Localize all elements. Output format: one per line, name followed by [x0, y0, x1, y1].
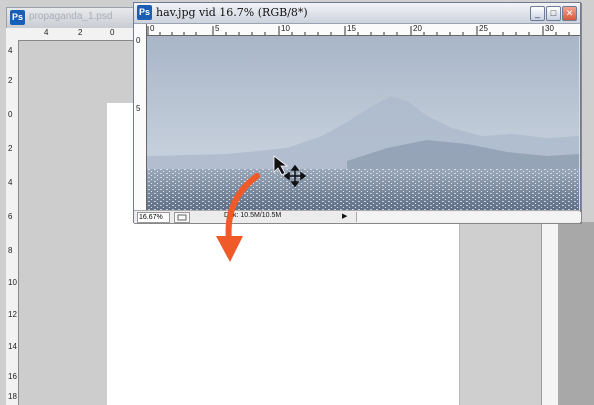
background-window-title: propaganda_1.psd: [29, 11, 113, 22]
ruler-label: 12: [8, 310, 17, 319]
image-canvas[interactable]: [147, 36, 579, 210]
ruler-label: 2: [8, 76, 13, 85]
ruler-ticks: [147, 26, 570, 35]
ruler-label: 4: [44, 28, 49, 37]
ruler-label: 6: [8, 212, 13, 221]
document-info-icon[interactable]: [174, 212, 190, 223]
minimize-button[interactable]: _: [530, 6, 545, 21]
ruler-label: 16: [8, 372, 17, 381]
ruler-label: 2: [8, 144, 13, 153]
ruler-label: 30: [545, 24, 554, 33]
status-bar: 16.67% Dok: 10.5M/10.5M ▶: [134, 210, 581, 223]
ruler-label: 10: [281, 24, 290, 33]
ruler-label: 10: [8, 278, 17, 287]
horizontal-scrollbar[interactable]: [356, 212, 581, 222]
image-vertical-ruler[interactable]: 0 5: [134, 24, 147, 210]
pasteboard-right: [459, 222, 542, 405]
ruler-label: 25: [479, 24, 488, 33]
image-horizontal-ruler[interactable]: 0 5 10 15 20 25 30: [147, 24, 580, 36]
background-vertical-ruler[interactable]: 4 2 0 2 4 6 8 10 12 14 16 18: [6, 40, 19, 405]
document-size-info: Dok: 10.5M/10.5M: [224, 212, 282, 219]
maximize-button[interactable]: □: [546, 6, 561, 21]
vertical-scrollbar[interactable]: [541, 222, 559, 405]
photoshop-icon: Ps: [137, 5, 152, 20]
ruler-label: 0: [110, 28, 115, 37]
photoshop-icon: Ps: [10, 10, 25, 25]
ruler-label: 5: [136, 104, 141, 113]
workspace-background: [558, 222, 594, 405]
ruler-label: 0: [136, 36, 141, 45]
ruler-label: 4: [8, 46, 13, 55]
ruler-label: 15: [347, 24, 356, 33]
ruler-label: 18: [8, 392, 17, 401]
ruler-label: 14: [8, 342, 17, 351]
image-window-titlebar[interactable]: Ps hav.jpg vid 16.7% (RGB/8*) _ □ ✕: [134, 3, 580, 24]
sea-photo: [147, 36, 579, 210]
ruler-label: 8: [8, 246, 13, 255]
ruler-label: 5: [215, 24, 220, 33]
ruler-label: 0: [150, 24, 155, 33]
image-window-title: hav.jpg vid 16.7% (RGB/8*): [156, 6, 308, 19]
ruler-label: 0: [8, 110, 13, 119]
ruler-label: 4: [8, 178, 13, 187]
image-document-window: Ps hav.jpg vid 16.7% (RGB/8*) _ □ ✕ 0 5 …: [133, 2, 581, 223]
status-menu-arrow[interactable]: ▶: [342, 212, 347, 220]
ruler-label: 20: [413, 24, 422, 33]
background-horizontal-ruler[interactable]: 4 2 0: [6, 28, 138, 41]
ruler-label: 2: [78, 28, 83, 37]
zoom-input[interactable]: 16.67%: [137, 212, 170, 223]
close-button[interactable]: ✕: [562, 6, 577, 21]
